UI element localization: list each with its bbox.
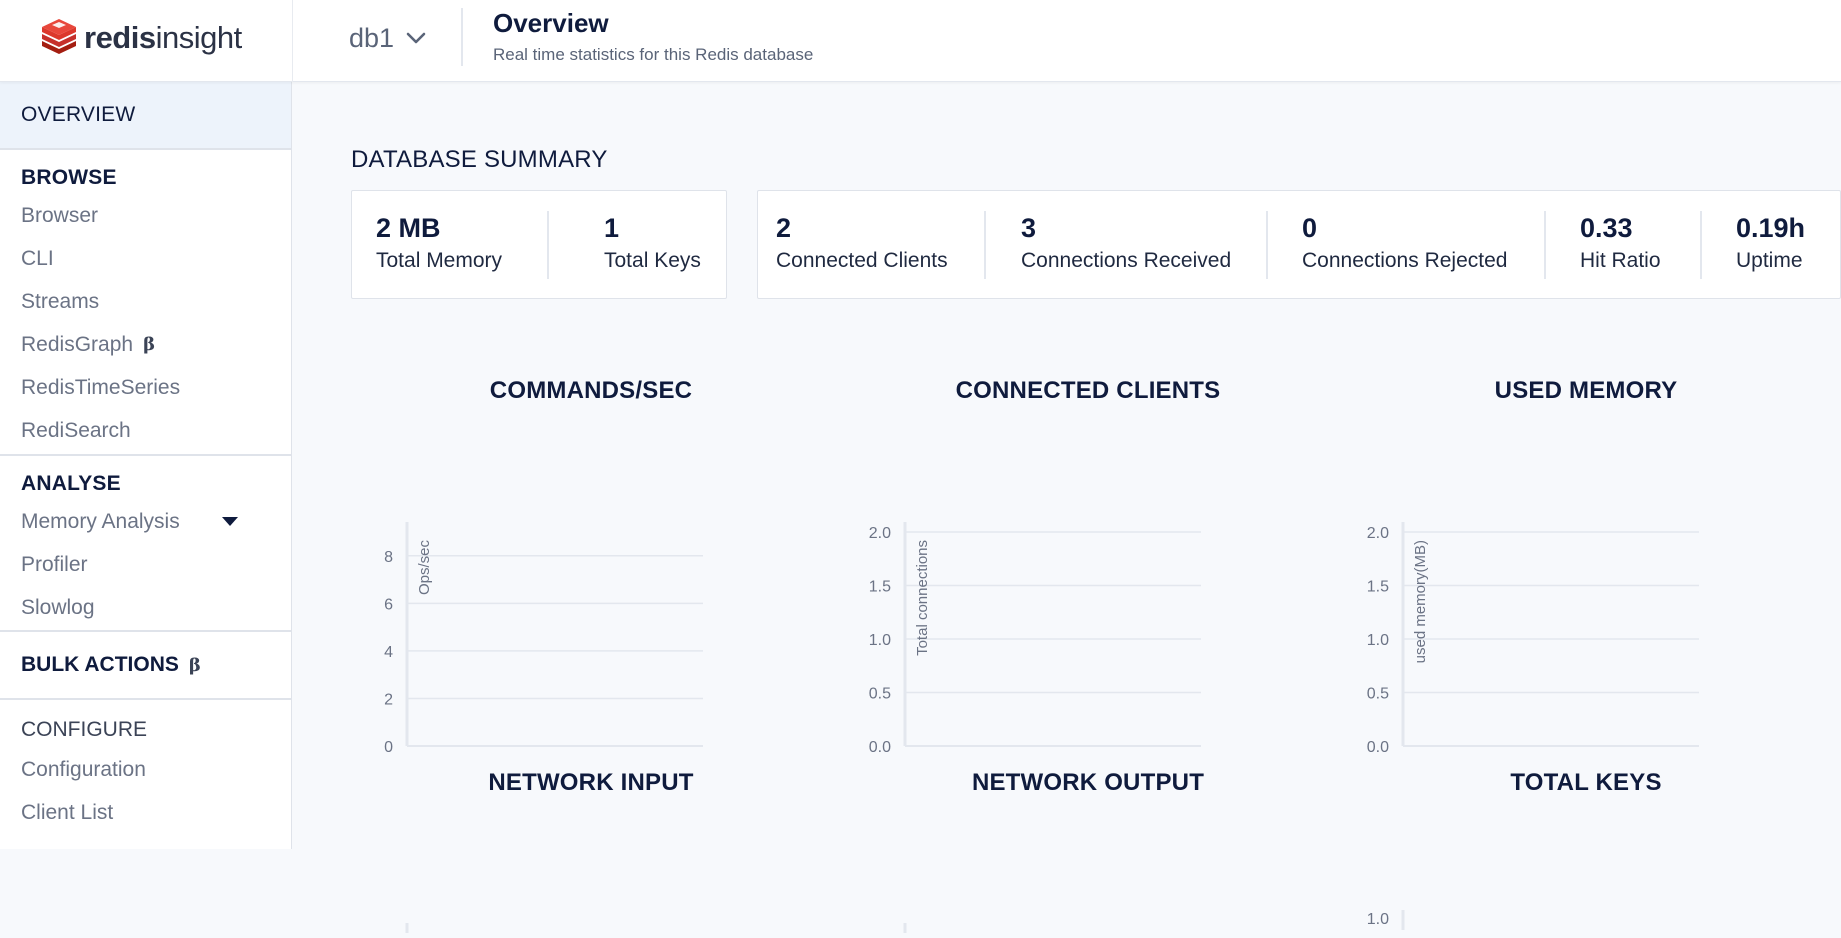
- summary-card-connections: 2 Connected Clients 3 Connections Receiv…: [757, 190, 1841, 299]
- chart-title-total-keys: TOTAL KEYS: [1510, 769, 1662, 796]
- y-tick-label: 0.0: [1367, 739, 1389, 756]
- header-divider: [461, 8, 463, 66]
- y-tick-label: 1.5: [869, 579, 891, 596]
- chart-network-input: [343, 920, 713, 933]
- database-name: db1: [349, 22, 395, 53]
- stat-value: 3: [1021, 213, 1037, 243]
- y-tick-label: 0.0: [869, 739, 891, 756]
- sidebar-item-overview[interactable]: OVERVIEW: [0, 82, 291, 148]
- y-tick-label: 1.0: [1367, 632, 1389, 649]
- chart-used-memory: 0.0 0.5 1.0 1.5 2.0 used memory(MB): [1339, 522, 1709, 762]
- y-tick-label: 0: [384, 739, 393, 756]
- stat-divider: [984, 211, 986, 279]
- redis-cube-icon: [42, 19, 76, 54]
- sidebar-section-bulk-actions: BULK ACTIONS β: [0, 632, 291, 700]
- sidebar-item-slowlog[interactable]: Slowlog: [0, 586, 291, 629]
- chart-title-connected-clients: CONNECTED CLIENTS: [955, 377, 1221, 404]
- sidebar-item-bulk-actions[interactable]: BULK ACTIONS β: [0, 632, 291, 698]
- chart-title-network-output: NETWORK OUTPUT: [971, 769, 1205, 796]
- stat-label: Connections Received: [1021, 249, 1232, 272]
- summary-card-memory-keys: 2 MB Total Memory 1 Total Keys: [351, 190, 727, 299]
- main-content: DATABASE SUMMARY 2 MB Total Memory 1 Tot…: [293, 82, 1841, 933]
- y-axis-label: Total connections: [914, 540, 931, 656]
- y-tick-label: 6: [384, 596, 393, 613]
- stat-value: 2: [776, 213, 792, 243]
- stat-label: Connections Rejected: [1302, 249, 1508, 272]
- chart-total-keys: 1.0: [1339, 910, 1709, 930]
- y-tick-label: 1.0: [1367, 911, 1389, 928]
- sidebar-item-profiler[interactable]: Profiler: [0, 543, 291, 586]
- y-axis-label: used memory(MB): [1412, 540, 1429, 663]
- y-tick-label: 0.5: [1367, 686, 1389, 703]
- stat-divider: [1700, 211, 1702, 279]
- y-tick-label: 0.5: [869, 686, 891, 703]
- database-selector[interactable]: db1: [349, 18, 426, 58]
- sidebar-item-cli[interactable]: CLI: [0, 237, 291, 280]
- logo-text: redisinsight: [84, 20, 242, 55]
- sidebar-item-client-list[interactable]: Client List: [0, 791, 291, 834]
- stat-value: 2 MB: [376, 213, 441, 243]
- chart-title-commands-sec: COMMANDS/SEC: [489, 377, 693, 404]
- y-axis-label: Ops/sec: [416, 540, 433, 596]
- stat-divider: [1544, 211, 1546, 279]
- beta-badge: β: [143, 334, 156, 355]
- sidebar-item-streams[interactable]: Streams: [0, 280, 291, 323]
- y-tick-label: 1.5: [1367, 579, 1389, 596]
- chart-network-output: [841, 920, 1211, 933]
- chart-svg: [405, 923, 409, 933]
- top-header: redisinsight db1 Overview Real time stat…: [0, 0, 1841, 82]
- y-tick-label: 2: [384, 691, 393, 708]
- sidebar-heading-configure[interactable]: CONFIGURE: [0, 700, 291, 748]
- beta-badge: β: [188, 654, 201, 676]
- sidebar-section-browse: BROWSE Browser CLI Streams RedisGraph β R…: [0, 150, 291, 456]
- chart-title-network-input: NETWORK INPUT: [488, 769, 694, 796]
- sidebar-item-redisgraph[interactable]: RedisGraph β: [0, 323, 291, 366]
- stat-value: 0: [1302, 213, 1318, 243]
- sidebar-section-overview: OVERVIEW: [0, 82, 291, 150]
- chart-svg: 1.0: [1367, 910, 1405, 930]
- chevron-down-icon: [406, 32, 426, 44]
- y-tick-label: 2.0: [1367, 525, 1389, 542]
- redisinsight-logo[interactable]: redisinsight: [38, 18, 242, 58]
- stat-label: Total Memory: [376, 249, 503, 272]
- sidebar-item-configuration[interactable]: Configuration: [0, 748, 291, 791]
- sidebar-heading-analyse: ANALYSE: [21, 472, 121, 495]
- chart-title-used-memory: USED MEMORY: [1494, 377, 1678, 404]
- stat-label: Hit Ratio: [1580, 249, 1661, 272]
- chart-svg: 0.0 0.5 1.0 1.5 2.0 Total connections: [869, 522, 1201, 756]
- chart-svg: 0 2 4 6 8 Ops/sec: [384, 522, 703, 756]
- chart-svg: 0.0 0.5 1.0 1.5 2.0 used memory(MB): [1367, 522, 1699, 756]
- stat-divider: [1266, 211, 1268, 279]
- y-tick-label: 8: [384, 549, 393, 566]
- y-tick-label: 4: [384, 644, 393, 661]
- stat-value: 1: [604, 213, 620, 243]
- sidebar-item-memory-analysis[interactable]: Memory Analysis: [0, 500, 291, 543]
- sidebar: OVERVIEW BROWSE Browser CLI Streams Redi…: [0, 82, 292, 849]
- page-title: Overview: [493, 8, 609, 38]
- sidebar-section-configure: CONFIGURE Configuration Client List: [0, 700, 291, 834]
- stat-label: Uptime: [1736, 249, 1803, 272]
- sidebar-heading-browse: BROWSE: [21, 166, 117, 189]
- page-subtitle: Real time statistics for this Redis data…: [493, 45, 814, 64]
- stat-value: 0.33: [1580, 213, 1633, 243]
- chart-svg: [903, 923, 907, 933]
- sidebar-item-browser[interactable]: Browser: [0, 194, 291, 237]
- header-divider: [292, 0, 293, 82]
- stat-value: 0.19h: [1736, 213, 1806, 243]
- caret-down-icon[interactable]: [222, 517, 238, 526]
- sidebar-item-redistimeseries[interactable]: RedisTimeSeries: [0, 366, 291, 409]
- sidebar-item-redisearch[interactable]: RediSearch: [0, 409, 291, 452]
- sidebar-section-analyse: ANALYSE Memory Analysis Profiler Slowlog: [0, 456, 291, 632]
- stat-label: Connected Clients: [776, 249, 948, 272]
- chart-commands-sec: 0 2 4 6 8 Ops/sec: [343, 522, 713, 762]
- chart-connected-clients: 0.0 0.5 1.0 1.5 2.0 Total connections: [841, 522, 1211, 762]
- stat-divider: [547, 211, 549, 279]
- y-tick-label: 1.0: [869, 632, 891, 649]
- database-summary-title: DATABASE SUMMARY: [351, 146, 608, 173]
- y-tick-label: 2.0: [869, 525, 891, 542]
- stat-label: Total Keys: [604, 249, 701, 272]
